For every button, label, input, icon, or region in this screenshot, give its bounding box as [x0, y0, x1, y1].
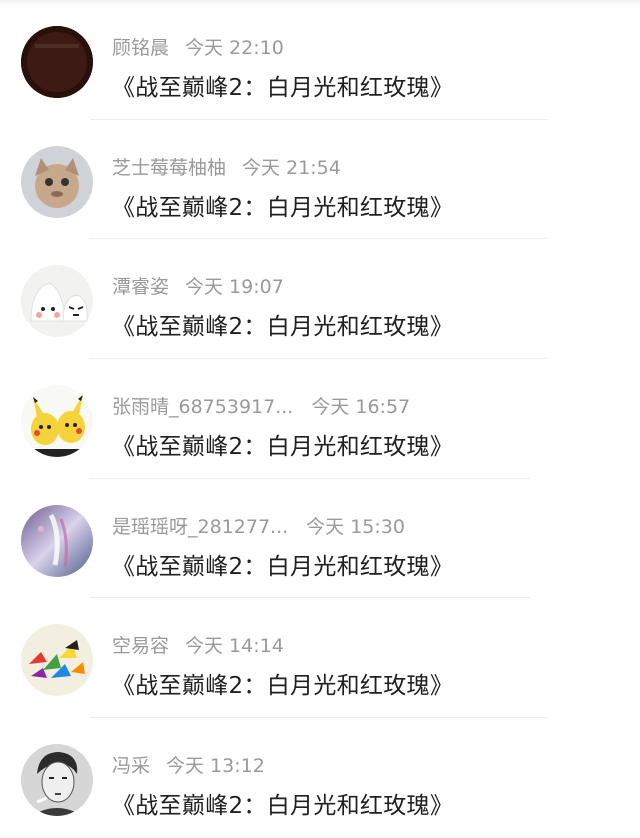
sketch-portrait-avatar-icon[interactable] [21, 744, 93, 817]
anime-avatar-icon[interactable] [21, 504, 93, 577]
comment-text[interactable]: 《战至巅峰2：白月光和红玫瑰》 [112, 188, 453, 222]
username[interactable]: 空易容 [112, 631, 169, 658]
rice-ball-avatar-icon[interactable] [21, 265, 93, 338]
comment-meta: 潭睿姿 今天 19:07 [112, 272, 284, 299]
comment-meta: 芝士莓莓柚柚 今天 21:54 [112, 153, 341, 180]
comment-item[interactable]: 冯采 今天 13:12 《战至巅峰2：白月光和红玫瑰》 [0, 718, 640, 838]
timestamp: 今天 15:30 [306, 515, 405, 538]
timestamp: 今天 22:10 [185, 37, 284, 59]
timestamp: 今天 19:07 [185, 276, 284, 299]
comment-meta: 是瑶瑶呀_281277... 今天 15:30 [112, 512, 405, 539]
comment-item[interactable]: 空易容 今天 14:14 《战至巅峰2：白月光和红玫瑰》 [0, 598, 640, 719]
comment-item[interactable]: 潭睿姿 今天 19:07 《战至巅峰2：白月光和红玫瑰》 [0, 239, 640, 360]
cat-avatar-icon[interactable] [21, 145, 93, 218]
username[interactable]: 是瑶瑶呀_281277... [112, 512, 288, 539]
comment-text[interactable]: 《战至巅峰2：白月光和红玫瑰》 [112, 666, 453, 700]
username[interactable]: 潭睿姿 [112, 272, 169, 299]
dark-avatar-icon[interactable] [21, 26, 93, 98]
comment-item[interactable]: 芝士莓莓柚柚 今天 21:54 《战至巅峰2：白月光和红玫瑰》 [0, 120, 640, 240]
username[interactable]: 芝士莓莓柚柚 [112, 153, 226, 180]
comment-text[interactable]: 《战至巅峰2：白月光和红玫瑰》 [112, 427, 453, 461]
paper-cranes-avatar-icon[interactable] [21, 624, 93, 697]
comment-meta: 顾铭晨 今天 22:10 [112, 33, 284, 60]
timestamp: 今天 21:54 [242, 156, 341, 179]
comment-item[interactable]: 是瑶瑶呀_281277... 今天 15:30 《战至巅峰2：白月光和红玫瑰》 [0, 479, 640, 599]
timestamp: 今天 13:12 [166, 755, 265, 778]
comment-text[interactable]: 《战至巅峰2：白月光和红玫瑰》 [112, 547, 453, 581]
timestamp: 今天 16:57 [311, 396, 411, 419]
comment-feed: 顾铭晨 今天 22:10 《战至巅峰2：白月光和红玫瑰》 芝士莓莓柚柚 今天 21:… [0, 0, 640, 838]
comment-item[interactable]: 顾铭晨 今天 22:10 《战至巅峰2：白月光和红玫瑰》 [0, 0, 640, 120]
comment-meta: 空易容 今天 14:14 [112, 631, 284, 658]
pikachu-avatar-icon[interactable] [21, 385, 93, 458]
username[interactable]: 张雨晴_68753917... [112, 392, 293, 419]
username[interactable]: 顾铭晨 [112, 33, 169, 60]
comment-meta: 冯采 今天 13:12 [112, 751, 265, 778]
comment-item[interactable]: 张雨晴_68753917... 今天 16:57 《战至巅峰2：白月光和红玫瑰》 [0, 359, 640, 479]
comment-text[interactable]: 《战至巅峰2：白月光和红玫瑰》 [112, 68, 453, 102]
comment-meta: 张雨晴_68753917... 今天 16:57 [112, 392, 410, 419]
username[interactable]: 冯采 [112, 751, 150, 778]
comment-text[interactable]: 《战至巅峰2：白月光和红玫瑰》 [112, 307, 453, 341]
timestamp: 今天 14:14 [185, 635, 284, 658]
comment-text[interactable]: 《战至巅峰2：白月光和红玫瑰》 [112, 786, 453, 820]
